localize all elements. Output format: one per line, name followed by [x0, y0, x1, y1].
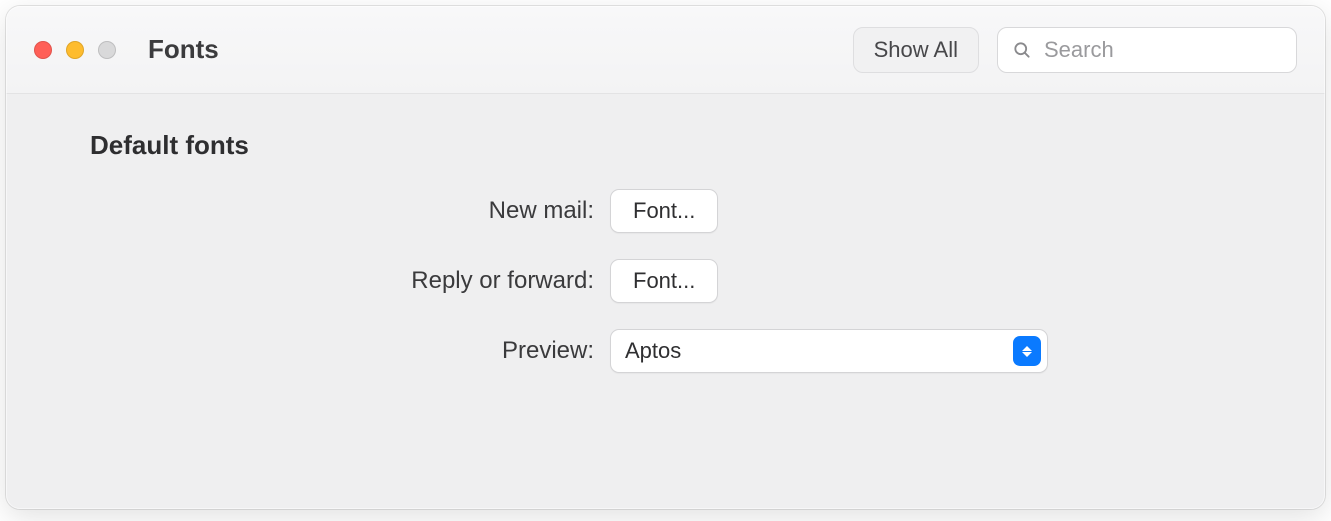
search-field[interactable] [997, 27, 1297, 73]
traffic-lights [34, 41, 116, 59]
chevron-up-icon [1022, 346, 1032, 351]
select-stepper-icon [1013, 336, 1041, 366]
label-new-mail: New mail: [90, 197, 610, 225]
titlebar: Fonts Show All [6, 6, 1325, 94]
preview-font-value: Aptos [625, 338, 681, 364]
show-all-button[interactable]: Show All [853, 27, 979, 73]
minimize-window-button[interactable] [66, 41, 84, 59]
reply-forward-font-button[interactable]: Font... [610, 259, 718, 303]
preview-font-select[interactable]: Aptos [610, 329, 1048, 373]
zoom-window-button[interactable] [98, 41, 116, 59]
content-area: Default fonts New mail: Font... Reply or… [6, 94, 1325, 509]
close-window-button[interactable] [34, 41, 52, 59]
window-title: Fonts [148, 34, 219, 65]
preferences-window: Fonts Show All Default fonts New mail: F… [6, 6, 1325, 509]
label-reply-forward: Reply or forward: [90, 267, 610, 295]
search-input[interactable] [1042, 36, 1282, 64]
section-heading: Default fonts [90, 130, 1241, 161]
chevron-down-icon [1022, 352, 1032, 357]
row-preview: Preview: Aptos [90, 329, 1241, 373]
row-reply-forward: Reply or forward: Font... [90, 259, 1241, 303]
row-new-mail: New mail: Font... [90, 189, 1241, 233]
new-mail-font-button[interactable]: Font... [610, 189, 718, 233]
label-preview: Preview: [90, 337, 610, 365]
search-icon [1012, 40, 1032, 60]
